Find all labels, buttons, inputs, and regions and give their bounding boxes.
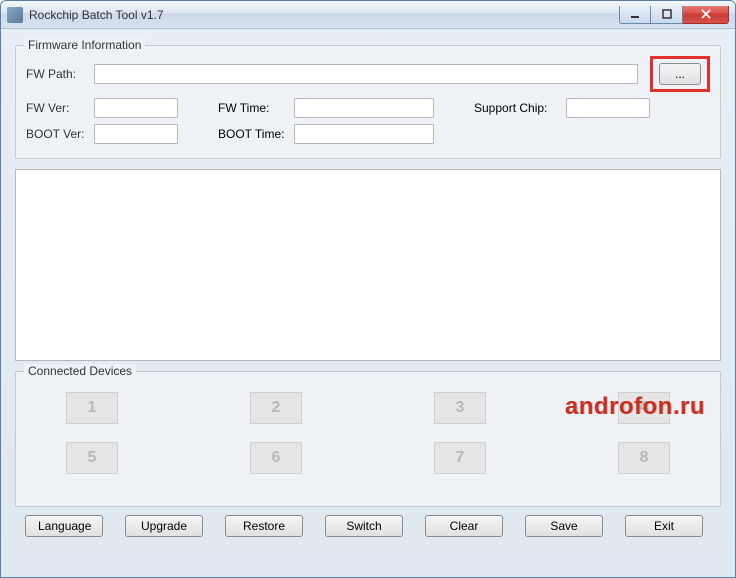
language-button[interactable]: Language <box>25 515 103 537</box>
browse-button[interactable]: ... <box>659 63 701 85</box>
fw-time-input[interactable] <box>294 98 434 118</box>
boot-time-input[interactable] <box>294 124 434 144</box>
boot-ver-input[interactable] <box>94 124 178 144</box>
restore-button[interactable]: Restore <box>225 515 303 537</box>
device-slot-5[interactable]: 5 <box>66 442 118 474</box>
device-slot-8[interactable]: 8 <box>618 442 670 474</box>
maximize-icon <box>662 9 672 19</box>
client-area: Firmware Information FW Path: ... FW Ver… <box>1 29 735 549</box>
fw-time-label: FW Time: <box>218 101 288 115</box>
firmware-legend: Firmware Information <box>24 38 145 52</box>
fw-path-label: FW Path: <box>26 67 88 81</box>
maximize-button[interactable] <box>651 6 683 24</box>
device-slot-4[interactable]: 4 <box>618 392 670 424</box>
support-chip-input[interactable] <box>566 98 650 118</box>
support-chip-label: Support Chip: <box>474 101 560 115</box>
firmware-info-group: Firmware Information FW Path: ... FW Ver… <box>15 45 721 159</box>
window-controls <box>619 6 729 24</box>
device-slot-2[interactable]: 2 <box>250 392 302 424</box>
app-icon <box>7 7 23 23</box>
device-slot-7[interactable]: 7 <box>434 442 486 474</box>
boot-time-label: BOOT Time: <box>218 127 288 141</box>
app-window: Rockchip Batch Tool v1.7 Firmware Inform… <box>0 0 736 578</box>
minimize-icon <box>630 9 640 19</box>
device-slot-6[interactable]: 6 <box>250 442 302 474</box>
boot-ver-label: BOOT Ver: <box>26 127 88 141</box>
exit-button[interactable]: Exit <box>625 515 703 537</box>
switch-button[interactable]: Switch <box>325 515 403 537</box>
fw-ver-label: FW Ver: <box>26 101 88 115</box>
save-button[interactable]: Save <box>525 515 603 537</box>
window-title: Rockchip Batch Tool v1.7 <box>29 8 619 22</box>
device-slot-1[interactable]: 1 <box>66 392 118 424</box>
minimize-button[interactable] <box>619 6 651 24</box>
log-output[interactable] <box>15 169 721 361</box>
titlebar[interactable]: Rockchip Batch Tool v1.7 <box>1 1 735 29</box>
device-slot-3[interactable]: 3 <box>434 392 486 424</box>
devices-legend: Connected Devices <box>24 364 136 378</box>
close-button[interactable] <box>683 6 729 24</box>
bottom-toolbar: Language Upgrade Restore Switch Clear Sa… <box>15 507 721 537</box>
fw-path-input[interactable] <box>94 64 638 84</box>
close-icon <box>700 9 712 19</box>
clear-button[interactable]: Clear <box>425 515 503 537</box>
connected-devices-group: Connected Devices 1 2 3 4 5 6 7 8 <box>15 371 721 507</box>
browse-highlight: ... <box>650 56 710 92</box>
upgrade-button[interactable]: Upgrade <box>125 515 203 537</box>
fw-ver-input[interactable] <box>94 98 178 118</box>
